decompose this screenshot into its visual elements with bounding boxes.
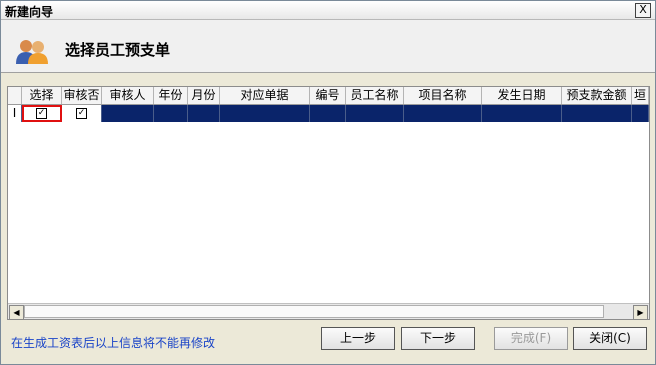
wizard-header: 选择员工预支单 (1, 20, 655, 73)
row-indicator: I (8, 105, 22, 122)
column-header[interactable]: 预支款金额 (562, 87, 632, 104)
employee-cell[interactable] (346, 105, 404, 122)
column-header[interactable]: 垣 (632, 87, 649, 104)
extra-cell[interactable] (632, 105, 649, 122)
document-cell[interactable] (220, 105, 310, 122)
close-window-button[interactable]: X (635, 3, 651, 18)
column-header[interactable]: 选择 (22, 87, 62, 104)
horizontal-scrollbar[interactable]: ◀ ▶ (8, 303, 649, 320)
column-header[interactable]: 审核人 (102, 87, 154, 104)
select-cell[interactable]: ✓ (22, 105, 62, 122)
close-button[interactable]: 关闭(C) (573, 327, 647, 350)
people-icon (16, 40, 48, 64)
prev-button[interactable]: 上一步 (321, 327, 395, 350)
column-header[interactable]: 月份 (188, 87, 220, 104)
year-cell[interactable] (154, 105, 188, 122)
column-header[interactable]: 发生日期 (482, 87, 562, 104)
finish-button[interactable]: 完成(F) (494, 327, 568, 350)
scroll-left-icon[interactable]: ◀ (9, 305, 24, 320)
title-bar: 新建向导 X (1, 1, 655, 20)
column-header[interactable]: 对应单据 (220, 87, 310, 104)
page-title: 选择员工预支单 (65, 41, 171, 59)
wizard-window: 新建向导 X 选择员工预支单 选择 审核否 审核人 年份 月份 对应单据 编号 … (0, 0, 656, 365)
scroll-thumb[interactable] (24, 305, 604, 318)
table-row[interactable]: I ✓ ✓ (8, 105, 649, 122)
date-cell[interactable] (482, 105, 562, 122)
audit-checkbox[interactable]: ✓ (76, 108, 87, 119)
column-header[interactable]: 编号 (310, 87, 346, 104)
column-header[interactable]: 年份 (154, 87, 188, 104)
number-cell[interactable] (310, 105, 346, 122)
scroll-right-icon[interactable]: ▶ (633, 305, 648, 320)
month-cell[interactable] (188, 105, 220, 122)
window-title: 新建向导 (5, 5, 54, 19)
warning-note: 在生成工资表后以上信息将不能再修改 (11, 336, 216, 350)
next-button[interactable]: 下一步 (401, 327, 475, 350)
project-cell[interactable] (404, 105, 482, 122)
column-header[interactable]: 审核否 (62, 87, 102, 104)
column-header[interactable]: 项目名称 (404, 87, 482, 104)
amount-cell[interactable] (562, 105, 632, 122)
advance-grid[interactable]: 选择 审核否 审核人 年份 月份 对应单据 编号 员工名称 项目名称 发生日期 … (7, 86, 650, 320)
auditor-cell[interactable] (102, 105, 154, 122)
select-checkbox[interactable]: ✓ (36, 108, 47, 119)
column-header[interactable]: 员工名称 (346, 87, 404, 104)
row-indicator-header (8, 87, 22, 104)
audit-cell[interactable]: ✓ (62, 105, 102, 122)
grid-header: 选择 审核否 审核人 年份 月份 对应单据 编号 员工名称 项目名称 发生日期 … (8, 87, 649, 105)
